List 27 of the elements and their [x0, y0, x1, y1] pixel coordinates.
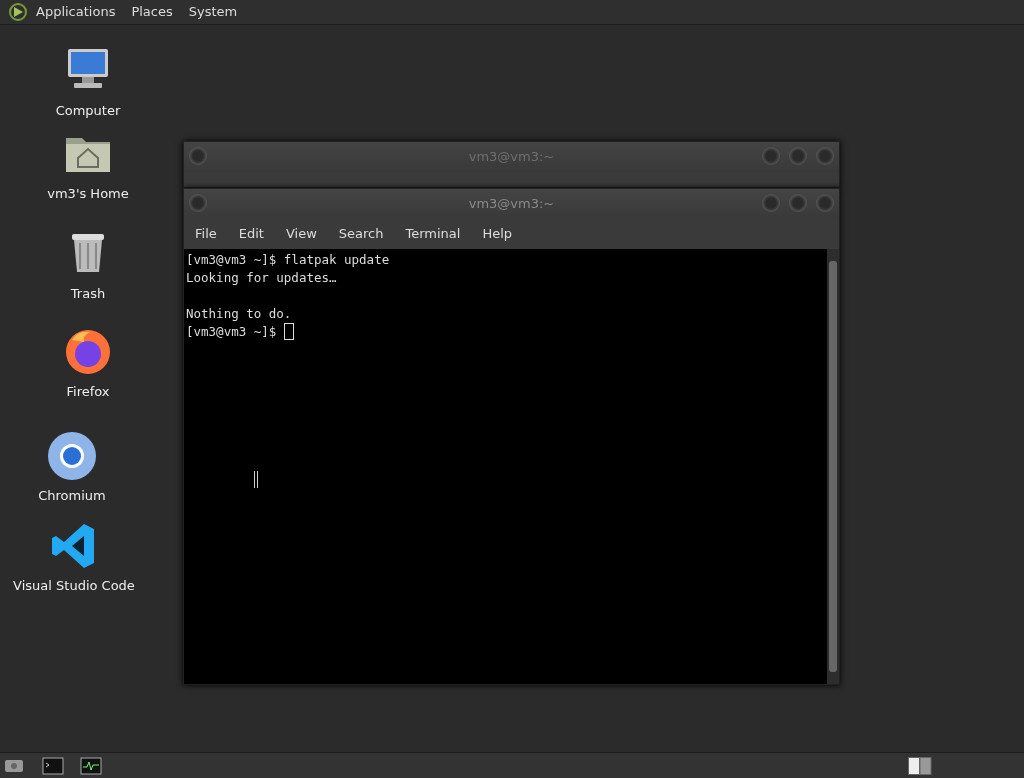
menu-item[interactable]: View: [274, 219, 328, 249]
terminal-line: [vm3@vm3 ~]$ flatpak update: [186, 251, 391, 269]
desktop-icon-label[interactable]: vm3's Home: [33, 184, 143, 204]
panel-menu[interactable]: Places: [123, 0, 181, 24]
desktop-icon-label[interactable]: Computer: [33, 101, 143, 121]
desktop-icon-label[interactable]: Trash: [33, 284, 143, 304]
scrollbar[interactable]: [827, 249, 839, 684]
text-cursor: [283, 323, 294, 340]
menu-item[interactable]: Terminal: [394, 219, 472, 249]
browser-icon[interactable]: [46, 430, 98, 482]
mouse-cursor: [254, 471, 258, 488]
desktop-icon-label[interactable]: Visual Studio Code: [9, 576, 139, 596]
menu-item[interactable]: Search: [327, 219, 395, 249]
terminal-icon[interactable]: [42, 755, 64, 776]
desktop-icon-label[interactable]: Firefox: [33, 382, 143, 402]
menu-item[interactable]: Help: [471, 219, 524, 249]
terminal-line: Nothing to do.: [186, 305, 293, 323]
window-title: vm3@vm3:~: [468, 196, 555, 211]
menu-item[interactable]: Edit: [227, 219, 275, 249]
app-menu-icon[interactable]: [8, 2, 28, 22]
panel-menu[interactable]: System: [180, 0, 246, 24]
workspace-switcher[interactable]: [908, 756, 932, 775]
system-monitor-icon[interactable]: [80, 755, 102, 776]
terminal-line: Looking for updates…: [186, 269, 338, 287]
panel-menu[interactable]: Applications: [28, 0, 124, 24]
desktop-icon-label[interactable]: Chromium: [17, 486, 127, 506]
menu-item[interactable]: File: [184, 219, 228, 249]
